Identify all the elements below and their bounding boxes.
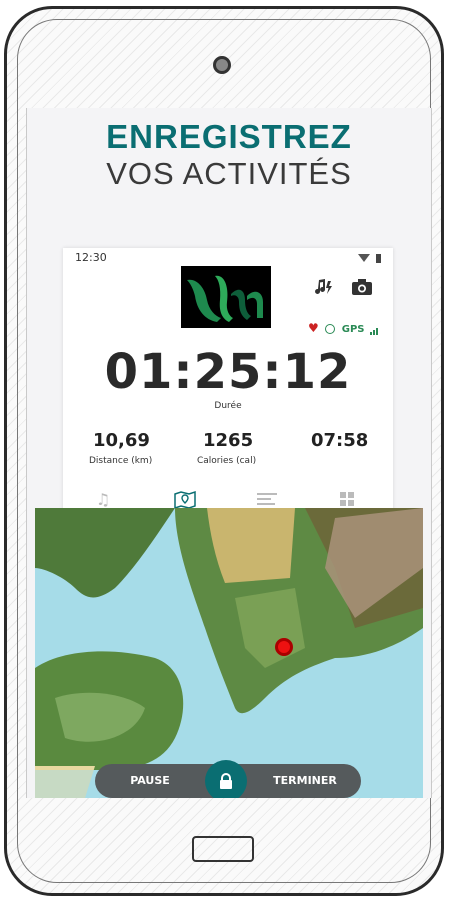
pause-button[interactable]: PAUSE (105, 764, 195, 798)
distance-label: Distance (km) (89, 456, 153, 466)
map-terrain (35, 508, 423, 798)
gauge-icon (325, 324, 336, 334)
duration-value: 01:25:12 (104, 344, 352, 400)
app-logo (181, 266, 271, 328)
heart-icon: ♥ (308, 321, 319, 335)
activity-map[interactable] (35, 508, 423, 798)
lock-icon (220, 773, 232, 789)
promo-title: ENREGISTREZ (106, 118, 352, 155)
finish-button[interactable]: TERMINER (255, 764, 355, 798)
front-camera (213, 56, 231, 74)
app-logo-graphic (187, 275, 263, 322)
calories-label: Calories (cal) (197, 456, 257, 466)
distance-value: 10,69 (93, 430, 150, 451)
lock-button[interactable] (205, 760, 247, 798)
promo-subtitle: VOS ACTIVITÉS (106, 156, 352, 191)
tab-map-icon[interactable] (165, 488, 205, 510)
tab-stats-icon[interactable] (247, 488, 287, 510)
wifi-icon (357, 254, 370, 262)
current-position-marker (275, 638, 293, 656)
sensor-status: ♥ GPS (308, 321, 379, 335)
calories-value: 1265 (203, 430, 254, 451)
tab-grid-icon[interactable] (327, 488, 367, 510)
phone-screen: ENREGISTREZ VOS ACTIVITÉS 12:30 ♥ GPS 01… (26, 108, 432, 798)
music-flash-icon[interactable] (313, 278, 333, 300)
signal-icon (370, 324, 379, 335)
duration-label: Durée (214, 401, 242, 411)
view-tabs: ♫ (63, 488, 393, 510)
battery-icon (376, 253, 381, 263)
home-button[interactable] (192, 836, 254, 862)
tab-music-icon[interactable]: ♫ (83, 488, 123, 510)
status-icons (357, 251, 381, 264)
status-bar: 12:30 (75, 251, 381, 267)
pace-value: 07:58 (311, 430, 369, 451)
status-time: 12:30 (75, 251, 107, 264)
camera-icon[interactable] (351, 278, 373, 300)
gps-label: GPS (341, 324, 365, 335)
activity-controls: PAUSE TERMINER (95, 760, 361, 798)
